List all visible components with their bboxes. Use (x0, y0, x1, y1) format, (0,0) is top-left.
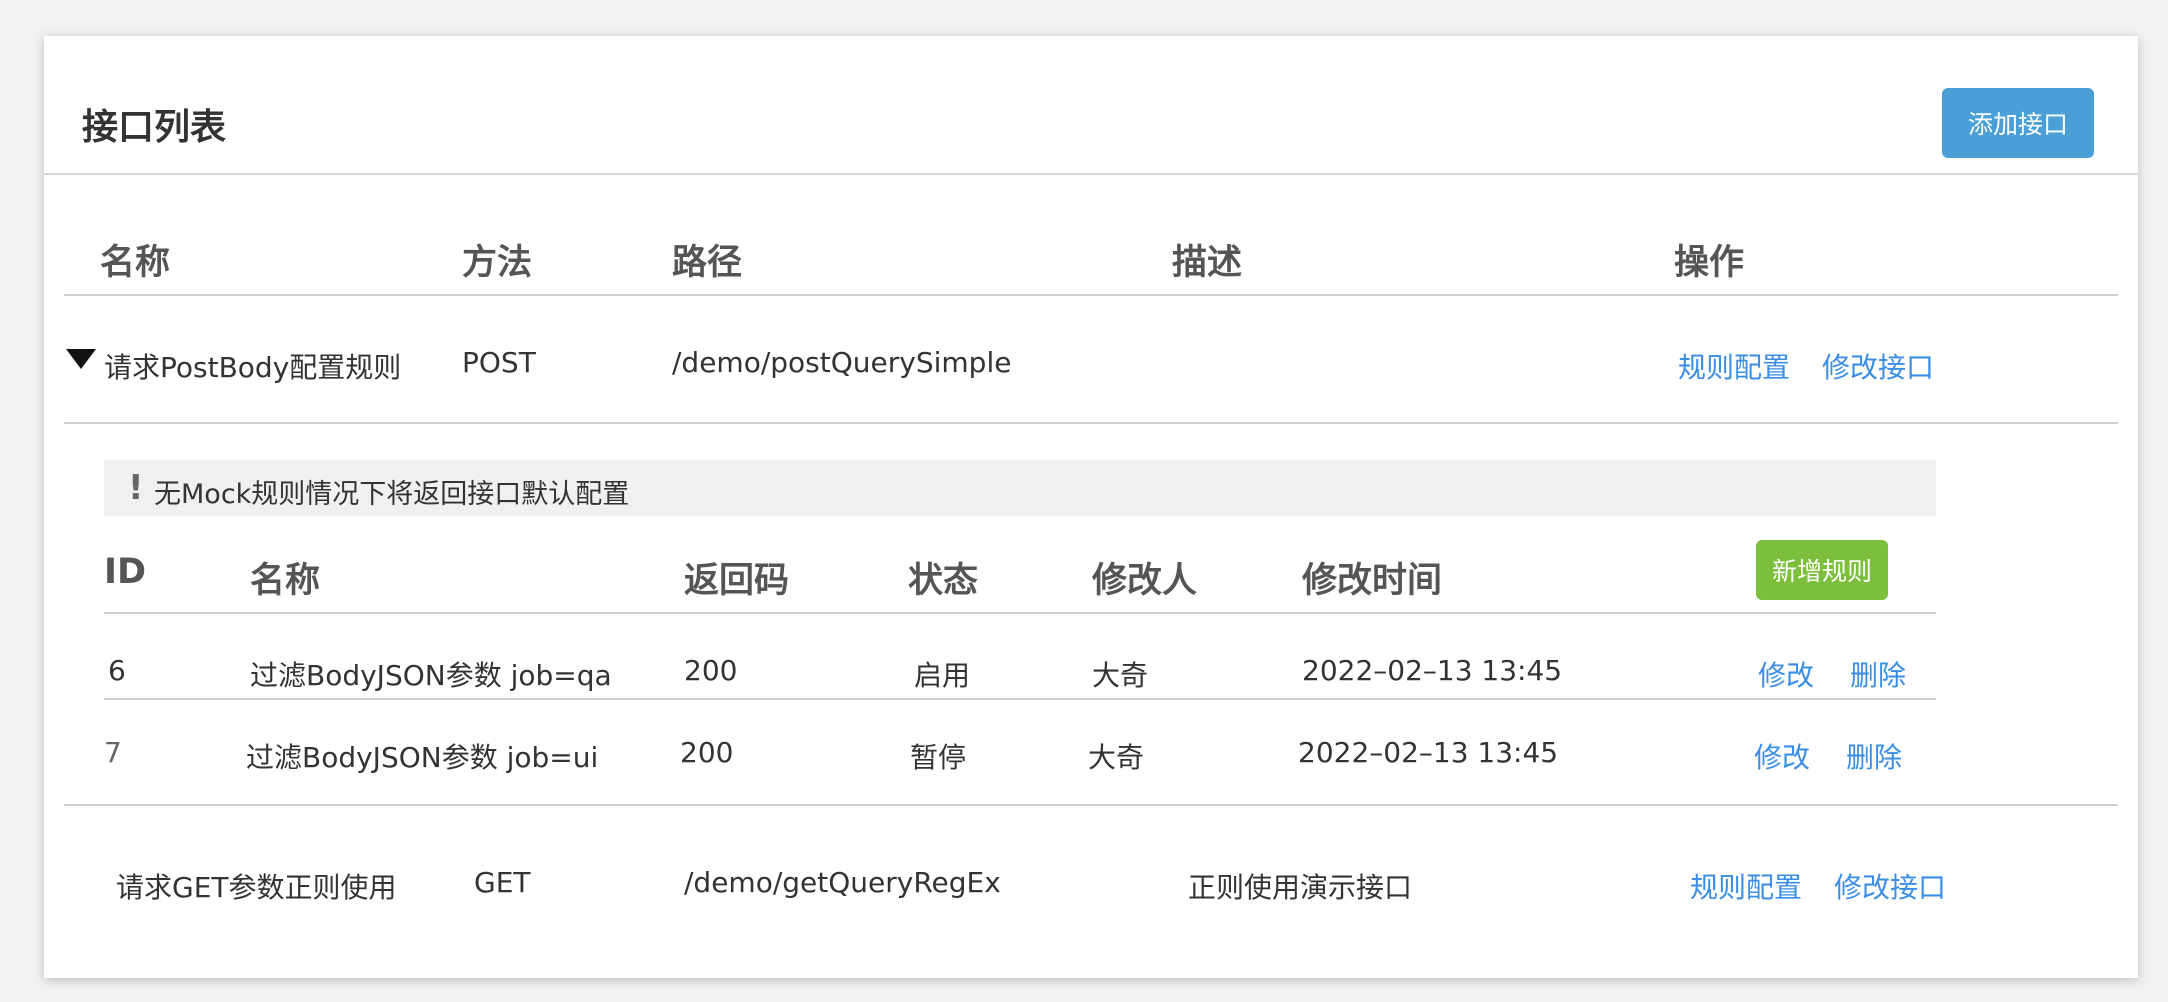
rule-col-header-code: 返回码 (684, 561, 790, 601)
rule-code: 200 (680, 736, 734, 769)
api-path: /demo/getQueryRegEx (684, 866, 1001, 899)
rule-col-header-status: 状态 (908, 561, 979, 601)
rule-col-header-id: ID (104, 552, 147, 592)
rule-name: 过滤BodyJSON参数 job=qa (250, 659, 612, 692)
api-list-panel: 接口列表 添加接口 名称 方法 路径 描述 操作 请求PostBody配置规则 … (44, 36, 2138, 978)
rule-status: 暂停 (910, 741, 967, 774)
rule-col-header-name: 名称 (250, 561, 321, 601)
rule-time: 2022–02–13 13:45 (1298, 736, 1559, 769)
rule-id: 6 (108, 654, 126, 687)
api-method: POST (462, 346, 536, 379)
expand-caret-icon[interactable] (66, 349, 96, 369)
exclamation-icon: ! (128, 468, 144, 508)
notice-text: 无Mock规则情况下将返回接口默认配置 (154, 479, 630, 510)
rule-code: 200 (684, 654, 738, 687)
rule-config-link[interactable]: 规则配置 (1690, 866, 1802, 906)
edit-rule-link[interactable]: 修改 (1754, 736, 1810, 776)
api-name: 请求GET参数正则使用 (116, 871, 397, 904)
header-divider (64, 294, 2118, 296)
panel-header: 接口列表 添加接口 (44, 36, 2138, 175)
edit-api-link[interactable]: 修改接口 (1834, 866, 1946, 906)
api-path: /demo/postQuerySimple (672, 346, 1012, 379)
rule-name: 过滤BodyJSON参数 job=ui (246, 741, 599, 774)
rule-time: 2022–02–13 13:45 (1302, 654, 1563, 687)
panel-title: 接口列表 (82, 107, 227, 148)
col-header-name: 名称 (100, 243, 171, 283)
rule-modifier: 大奇 (1088, 741, 1145, 774)
add-rule-button[interactable]: 新增规则 (1756, 540, 1888, 600)
api-method: GET (474, 866, 531, 899)
row-divider (64, 422, 2118, 424)
rule-id: 7 (104, 736, 122, 769)
notice-bar: ! 无Mock规则情况下将返回接口默认配置 (104, 460, 1936, 516)
rule-row-divider (104, 698, 1936, 700)
col-header-desc: 描述 (1172, 243, 1243, 283)
rule-config-link[interactable]: 规则配置 (1678, 346, 1790, 386)
rule-col-header-time: 修改时间 (1302, 561, 1443, 601)
edit-api-link[interactable]: 修改接口 (1822, 346, 1934, 386)
delete-rule-link[interactable]: 删除 (1846, 736, 1902, 776)
col-header-method: 方法 (462, 243, 533, 283)
rule-col-header-modifier: 修改人 (1092, 561, 1198, 601)
row-divider (64, 804, 2118, 806)
edit-rule-link[interactable]: 修改 (1758, 654, 1814, 694)
api-desc: 正则使用演示接口 (1188, 871, 1413, 904)
col-header-path: 路径 (672, 243, 743, 283)
add-api-button[interactable]: 添加接口 (1942, 88, 2094, 158)
col-header-ops: 操作 (1674, 243, 1745, 283)
rule-header-divider (104, 612, 1936, 614)
rule-modifier: 大奇 (1092, 659, 1149, 692)
api-name: 请求PostBody配置规则 (104, 351, 402, 384)
delete-rule-link[interactable]: 删除 (1850, 654, 1906, 694)
rule-status: 启用 (914, 659, 971, 692)
